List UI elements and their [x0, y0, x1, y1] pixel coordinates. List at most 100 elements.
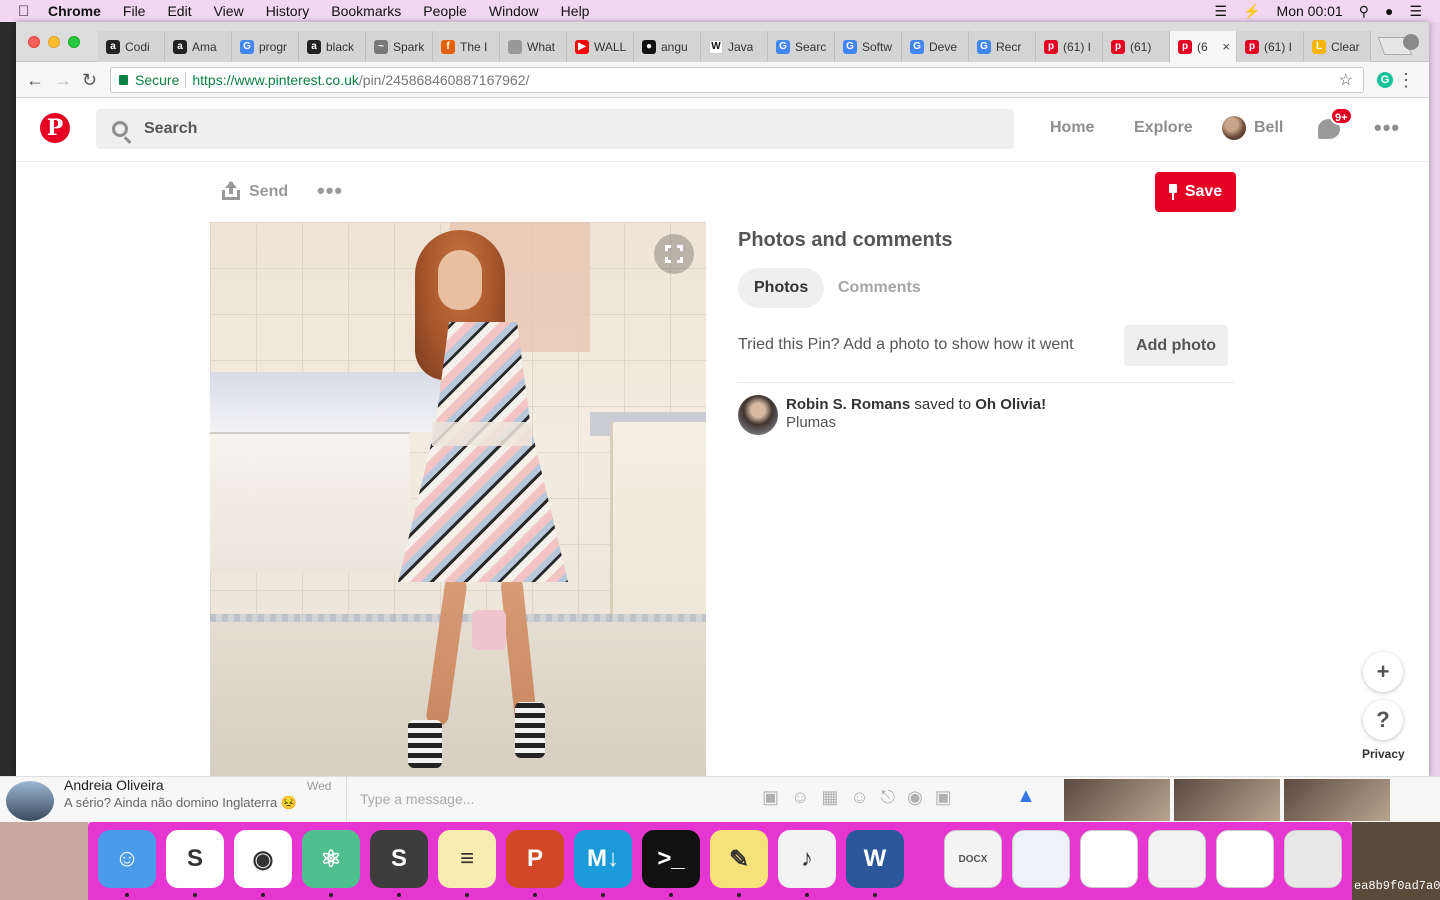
sticker-icon[interactable]: ☺	[791, 787, 809, 808]
menu-people[interactable]: People	[423, 3, 467, 19]
browser-tab[interactable]: a Codi	[98, 31, 165, 62]
stickies-window-icon[interactable]	[1216, 830, 1274, 888]
docx-file-icon[interactable]: DOCX	[944, 830, 1002, 888]
back-arrow-icon[interactable]: ←	[26, 70, 44, 91]
browser-tab[interactable]: f The I	[433, 31, 500, 62]
wifi-icon[interactable]: ☰	[1215, 3, 1228, 20]
minimize-window-button[interactable]	[48, 36, 60, 48]
menu-file[interactable]: File	[123, 3, 146, 19]
nav-explore-link[interactable]: Explore	[1134, 119, 1193, 137]
gif-icon[interactable]: ▦	[821, 787, 838, 808]
word-icon[interactable]: W	[846, 830, 904, 888]
chrome-window-icon[interactable]	[1080, 830, 1138, 888]
grammarly-extension-icon[interactable]: G	[1377, 72, 1393, 88]
powerpoint-icon[interactable]: P	[506, 830, 564, 888]
forward-arrow-icon[interactable]: →	[54, 70, 72, 91]
browser-tab[interactable]: W Java	[701, 31, 768, 62]
chrome-icon[interactable]: ◉	[234, 830, 292, 888]
menu-bookmarks[interactable]: Bookmarks	[331, 3, 401, 19]
game-icon[interactable]: ◉	[907, 787, 923, 808]
menu-help[interactable]: Help	[561, 3, 590, 19]
emoji-icon[interactable]: ☺	[850, 787, 868, 808]
message-input[interactable]: Type a message...	[360, 791, 474, 807]
microphone-icon[interactable]: ⎋	[881, 787, 895, 808]
pin-more-options-icon[interactable]: •••	[317, 178, 343, 204]
profile-icon[interactable]	[1403, 34, 1419, 50]
fullscreen-window-button[interactable]	[68, 36, 80, 48]
browser-tab[interactable]: G Searc	[768, 31, 835, 62]
menu-window[interactable]: Window	[489, 3, 539, 19]
browser-tab[interactable]: ~ Spark	[366, 31, 433, 62]
notification-center-icon[interactable]: ☰	[1409, 3, 1422, 20]
more-options-icon[interactable]: •••	[1374, 115, 1400, 141]
atom-icon[interactable]: ⚛	[302, 830, 360, 888]
tab-photos[interactable]: Photos	[738, 268, 825, 308]
search-bar[interactable]	[96, 109, 1014, 149]
browser-tab[interactable]: G Softw	[835, 31, 902, 62]
browser-tab[interactable]: ▶ WALL	[567, 31, 634, 62]
chrome-window-icon[interactable]	[1148, 830, 1206, 888]
menu-app-name[interactable]: Chrome	[48, 3, 101, 19]
nav-home-link[interactable]: Home	[1050, 119, 1094, 137]
browser-tab[interactable]: p (61) I	[1237, 31, 1304, 62]
reload-icon[interactable]: ↻	[82, 70, 97, 91]
close-window-button[interactable]	[28, 36, 40, 48]
saver-name-link[interactable]: Robin S. Romans	[786, 396, 910, 413]
spotlight-search-icon[interactable]: ⚲	[1359, 3, 1369, 20]
siri-icon[interactable]: ●	[1385, 3, 1393, 19]
browser-tab[interactable]: a black	[299, 31, 366, 62]
browser-tab[interactable]: ● angu	[634, 31, 701, 62]
slack-icon[interactable]: S	[166, 830, 224, 888]
saver-avatar[interactable]	[738, 395, 778, 435]
finder-icon[interactable]: ☺	[98, 830, 156, 888]
itunes-icon[interactable]: ♪	[778, 830, 836, 888]
browser-tab[interactable]: p (61)	[1103, 31, 1170, 62]
chrome-menu-icon[interactable]: ⋮	[1397, 70, 1415, 91]
battery-icon[interactable]: ⚡	[1243, 3, 1260, 20]
menu-clock[interactable]: Mon 00:01	[1277, 3, 1343, 19]
privacy-link[interactable]: Privacy	[1362, 747, 1405, 761]
browser-tab[interactable]: G Recr	[969, 31, 1036, 62]
create-pin-plus-button[interactable]: +	[1363, 652, 1403, 692]
bookmark-star-icon[interactable]: ☆	[1339, 70, 1353, 90]
tab-comments[interactable]: Comments	[822, 268, 937, 308]
board-name-link[interactable]: Oh Olivia!	[975, 396, 1046, 413]
add-photo-button[interactable]: Add photo	[1124, 325, 1228, 366]
search-input[interactable]	[144, 120, 944, 138]
browser-tab[interactable]: L Clear	[1304, 31, 1371, 62]
expand-image-icon[interactable]	[654, 234, 694, 274]
stickies-icon[interactable]: ✎	[710, 830, 768, 888]
pinterest-logo-icon[interactable]: P	[40, 113, 70, 143]
browser-tab[interactable]: What	[500, 31, 567, 62]
shared-photo-thumbnail[interactable]	[1284, 779, 1390, 821]
browser-tab[interactable]: Gprogr	[232, 31, 299, 62]
close-tab-icon[interactable]: ×	[1222, 39, 1230, 54]
terminal-icon[interactable]: >_	[642, 830, 700, 888]
browser-tab[interactable]: p (61) I	[1036, 31, 1103, 62]
apple-icon[interactable]: 	[18, 3, 40, 20]
user-avatar[interactable]	[1222, 116, 1246, 140]
nav-user-link[interactable]: Bell	[1254, 119, 1283, 137]
send-icon[interactable]	[222, 181, 240, 200]
word-window-icon[interactable]	[1012, 830, 1070, 888]
camera-icon[interactable]: ▣	[935, 787, 952, 808]
menu-edit[interactable]: Edit	[167, 3, 191, 19]
menu-history[interactable]: History	[266, 3, 310, 19]
browser-tab[interactable]: G Deve	[902, 31, 969, 62]
contact-name[interactable]: Andreia Oliveira	[64, 777, 164, 793]
send-button[interactable]: Send	[249, 183, 288, 201]
contact-avatar[interactable]	[6, 781, 54, 821]
browser-tab[interactable]: p (6 ×	[1170, 31, 1237, 62]
help-button[interactable]: ?	[1363, 700, 1403, 740]
menu-view[interactable]: View	[214, 3, 244, 19]
sublime-text-icon[interactable]: S	[370, 830, 428, 888]
shared-photo-thumbnail[interactable]	[1174, 779, 1280, 821]
address-bar[interactable]: Secure https://www.pinterest.co.uk /pin/…	[110, 67, 1364, 93]
browser-tab[interactable]: a Ama	[165, 31, 232, 62]
save-button[interactable]: Save	[1155, 172, 1236, 212]
image-icon[interactable]: ▣	[762, 787, 779, 808]
thumbs-up-icon[interactable]: ▲	[1016, 785, 1036, 808]
pin-image[interactable]	[210, 222, 706, 776]
shared-photo-thumbnail[interactable]	[1064, 779, 1170, 821]
notes-icon[interactable]: ≡	[438, 830, 496, 888]
